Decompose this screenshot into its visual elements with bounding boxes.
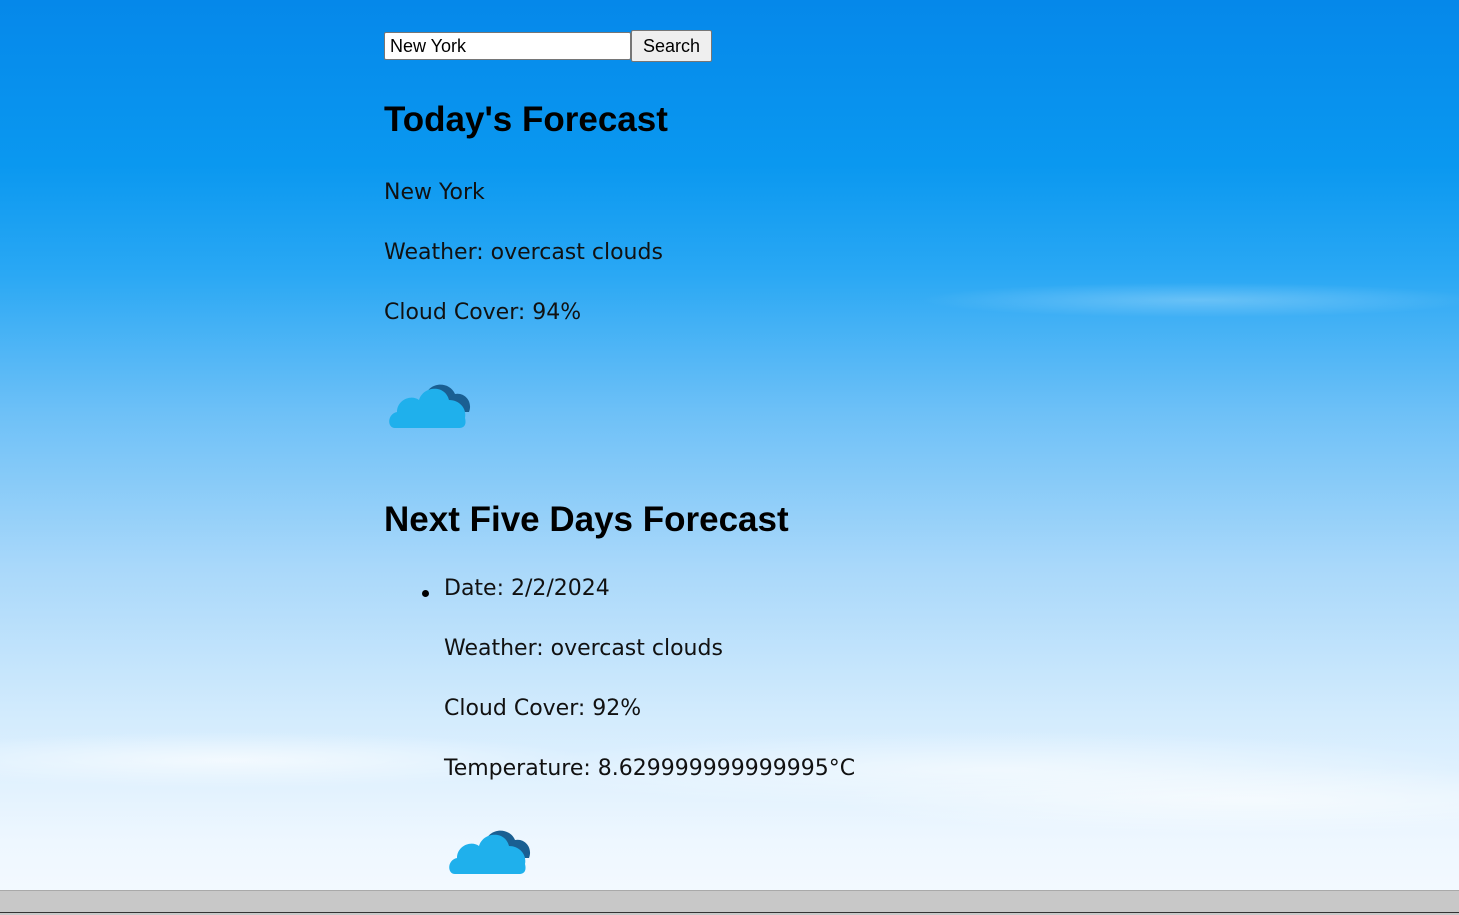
list-bullet (422, 590, 429, 597)
search-bar: Search (384, 30, 1184, 62)
todays-forecast-heading: Today's Forecast (384, 100, 668, 139)
weather-app: Search Today's Forecast New York Weather… (384, 30, 1184, 874)
search-input[interactable] (384, 32, 631, 60)
forecast-cloud-cover: Cloud Cover: 92% (444, 696, 642, 721)
today-city: New York (384, 180, 485, 205)
today-weather: Weather: overcast clouds (384, 240, 663, 265)
overcast-clouds-icon (389, 384, 471, 428)
horizontal-scrollbar[interactable] (0, 890, 1459, 915)
list-item: Date: 2/2/2024 Weather: overcast clouds … (384, 578, 855, 886)
next-five-days-heading: Next Five Days Forecast (384, 500, 789, 539)
overcast-clouds-icon (449, 830, 531, 874)
five-day-forecast-list: Date: 2/2/2024 Weather: overcast clouds … (384, 578, 855, 886)
forecast-date: Date: 2/2/2024 (444, 576, 610, 601)
search-button[interactable]: Search (631, 30, 713, 62)
today-cloud-cover: Cloud Cover: 94% (384, 300, 582, 325)
forecast-temperature: Temperature: 8.629999999999995°C (444, 756, 856, 781)
forecast-weather: Weather: overcast clouds (444, 636, 723, 661)
